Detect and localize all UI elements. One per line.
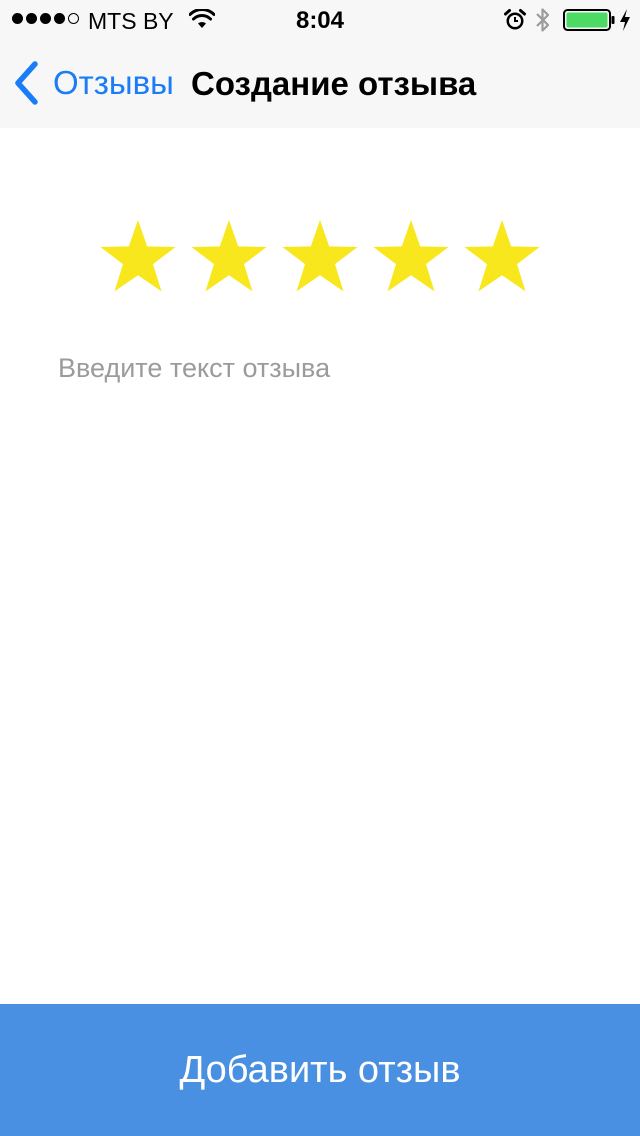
back-button[interactable]: Отзывы [10, 58, 174, 108]
back-button-label: Отзывы [53, 64, 174, 101]
wifi-icon [189, 9, 215, 28]
signal-dot [40, 13, 51, 24]
signal-dot [68, 13, 79, 24]
signal-dot [12, 13, 23, 24]
bluetooth-icon [536, 8, 550, 32]
signal-dot [54, 13, 65, 24]
chevron-left-icon [15, 61, 38, 105]
status-time: 8:04 [295, 7, 345, 34]
review-text-input[interactable] [48, 340, 592, 980]
carrier-name: MTS BY [88, 8, 174, 34]
star-icon[interactable] [462, 218, 542, 296]
page-title: Создание отзыва [191, 65, 477, 102]
charging-bolt-icon [620, 9, 630, 31]
add-review-button[interactable]: Добавить отзыв [0, 1004, 640, 1136]
star-icon[interactable] [98, 218, 178, 296]
battery-icon [563, 9, 615, 31]
star-icon[interactable] [280, 218, 360, 296]
status-bar: MTS BY 8:04 [0, 0, 640, 40]
signal-strength-indicator [12, 13, 79, 24]
star-icon[interactable] [189, 218, 269, 296]
signal-dot [26, 13, 37, 24]
star-rating[interactable] [98, 218, 542, 298]
navigation-bar: Отзывы Создание отзыва [0, 40, 640, 128]
alarm-icon [504, 9, 526, 30]
star-icon[interactable] [371, 218, 451, 296]
